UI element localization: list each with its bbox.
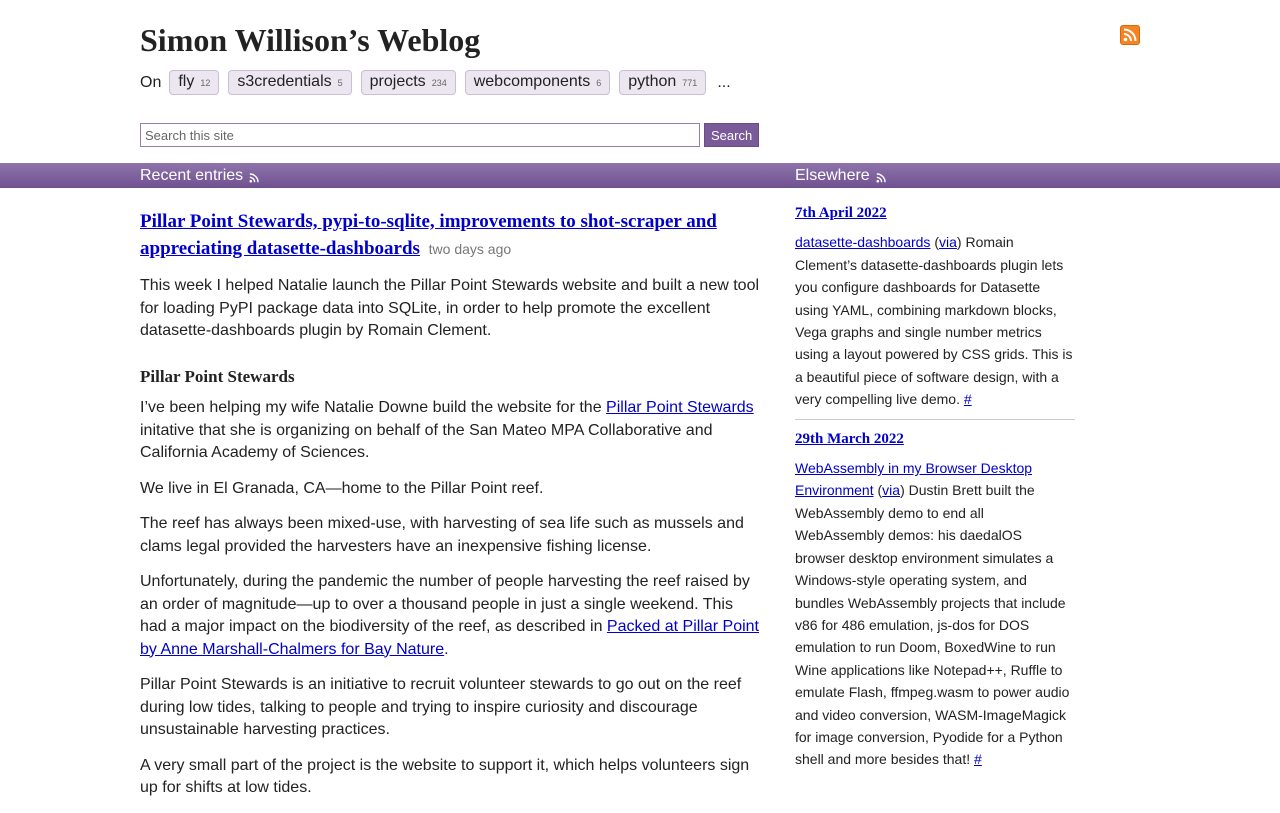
entry-title: Pillar Point Stewards, pypi-to-sqlite, i… — [140, 208, 762, 263]
tag-count: 12 — [200, 78, 211, 88]
blogmark-link[interactable]: datasette-dashboards — [795, 234, 930, 250]
search-button[interactable]: Search — [704, 123, 760, 147]
tag-webcomponents[interactable]: webcomponents 6 — [464, 70, 611, 95]
site-title[interactable]: Simon Willison’s Weblog — [140, 22, 480, 59]
section-heading: Pillar Point Stewards — [140, 366, 295, 386]
rss-feed-icon[interactable] — [876, 172, 886, 183]
tag-python[interactable]: python 771 — [619, 70, 707, 95]
tagline-on-label: On — [140, 73, 162, 91]
tag-name: python — [628, 73, 677, 90]
rss-feed-icon[interactable] — [1120, 25, 1140, 45]
blogmark-date: 7th April 2022 — [795, 202, 1075, 224]
recent-entries-heading[interactable]: Recent entries — [140, 167, 259, 185]
tag-name: webcomponents — [473, 73, 591, 90]
recent-entry: Pillar Point Stewards, pypi-to-sqlite, i… — [140, 208, 762, 813]
permalink[interactable]: # — [974, 751, 982, 767]
blogmark-text: ( — [873, 482, 883, 499]
search-input[interactable] — [140, 123, 700, 147]
blogmark-date-link[interactable]: 7th April 2022 — [795, 205, 887, 221]
elsewhere-label: Elsewhere — [795, 167, 870, 184]
entry-date: two days ago — [428, 241, 512, 257]
entry-paragraph: A very small part of the project is the … — [140, 756, 750, 797]
tag-list: On fly 12 s3credentials 5 projects 234 webc… — [140, 70, 731, 95]
entry-paragraph: Pillar Point Stewards is an initiative t… — [140, 676, 742, 738]
more-tags-link[interactable]: ... — [717, 74, 730, 92]
blogmark-text: ) Romain Clement’s datasette-dashboards … — [795, 234, 1073, 408]
elsewhere-heading[interactable]: Elsewhere — [795, 167, 886, 185]
entry-paragraph: Unfortunately, during the pandemic the n… — [140, 571, 762, 661]
tag-projects[interactable]: projects 234 — [360, 70, 456, 95]
elsewhere-sidebar: 7th April 2022 datasette-dashboards (via… — [795, 202, 1075, 771]
blogmark: 29th March 2022 WebAssembly in my Browse… — [795, 428, 1075, 771]
entry-paragraph: The reef has always been mixed-use, with… — [140, 515, 744, 555]
paragraph-text: I’ve been helping my wife Natalie Downe … — [140, 399, 607, 416]
tag-fly[interactable]: fly 12 — [169, 70, 220, 95]
via-link[interactable]: via — [882, 482, 900, 498]
tag-count: 5 — [337, 78, 343, 88]
entry-intro: This week I helped Natalie launch the Pi… — [140, 277, 760, 339]
search-form: Search — [140, 123, 760, 147]
blogmark-body: datasette-dashboards (via) Romain Clemen… — [795, 231, 1075, 410]
tag-count: 234 — [431, 78, 447, 88]
tag-name: projects — [369, 73, 426, 90]
via-link[interactable]: via — [939, 234, 957, 250]
pillar-point-stewards-link[interactable]: Pillar Point Stewards — [606, 399, 754, 416]
entry-paragraph: I’ve been helping my wife Natalie Downe … — [140, 397, 762, 465]
tag-name: fly — [178, 73, 195, 90]
tag-count: 6 — [596, 78, 602, 88]
section-bar: Recent entries Elsewhere — [0, 163, 1280, 188]
blogmark-date: 29th March 2022 — [795, 428, 1075, 450]
blogmark-text: ( — [930, 234, 939, 251]
blogmark-body: WebAssembly in my Browser Desktop Enviro… — [795, 457, 1075, 771]
tag-name: s3credentials — [237, 73, 332, 90]
rss-feed-icon[interactable] — [249, 172, 259, 183]
tag-s3credentials[interactable]: s3credentials 5 — [228, 70, 352, 95]
entry-paragraph: We live in El Granada, CA—home to the Pi… — [140, 479, 544, 497]
blogmark: 7th April 2022 datasette-dashboards (via… — [795, 202, 1075, 411]
tag-count: 771 — [682, 78, 698, 88]
recent-entries-label: Recent entries — [140, 167, 244, 184]
blogmark-date-link[interactable]: 29th March 2022 — [795, 431, 904, 447]
paragraph-text: . — [444, 640, 449, 658]
divider — [795, 418, 1075, 420]
permalink[interactable]: # — [964, 391, 972, 407]
paragraph-text: initative that she is organizing on beha… — [140, 421, 713, 462]
blogmark-text: ) Dustin Brett built the WebAssembly dem… — [795, 482, 1070, 768]
